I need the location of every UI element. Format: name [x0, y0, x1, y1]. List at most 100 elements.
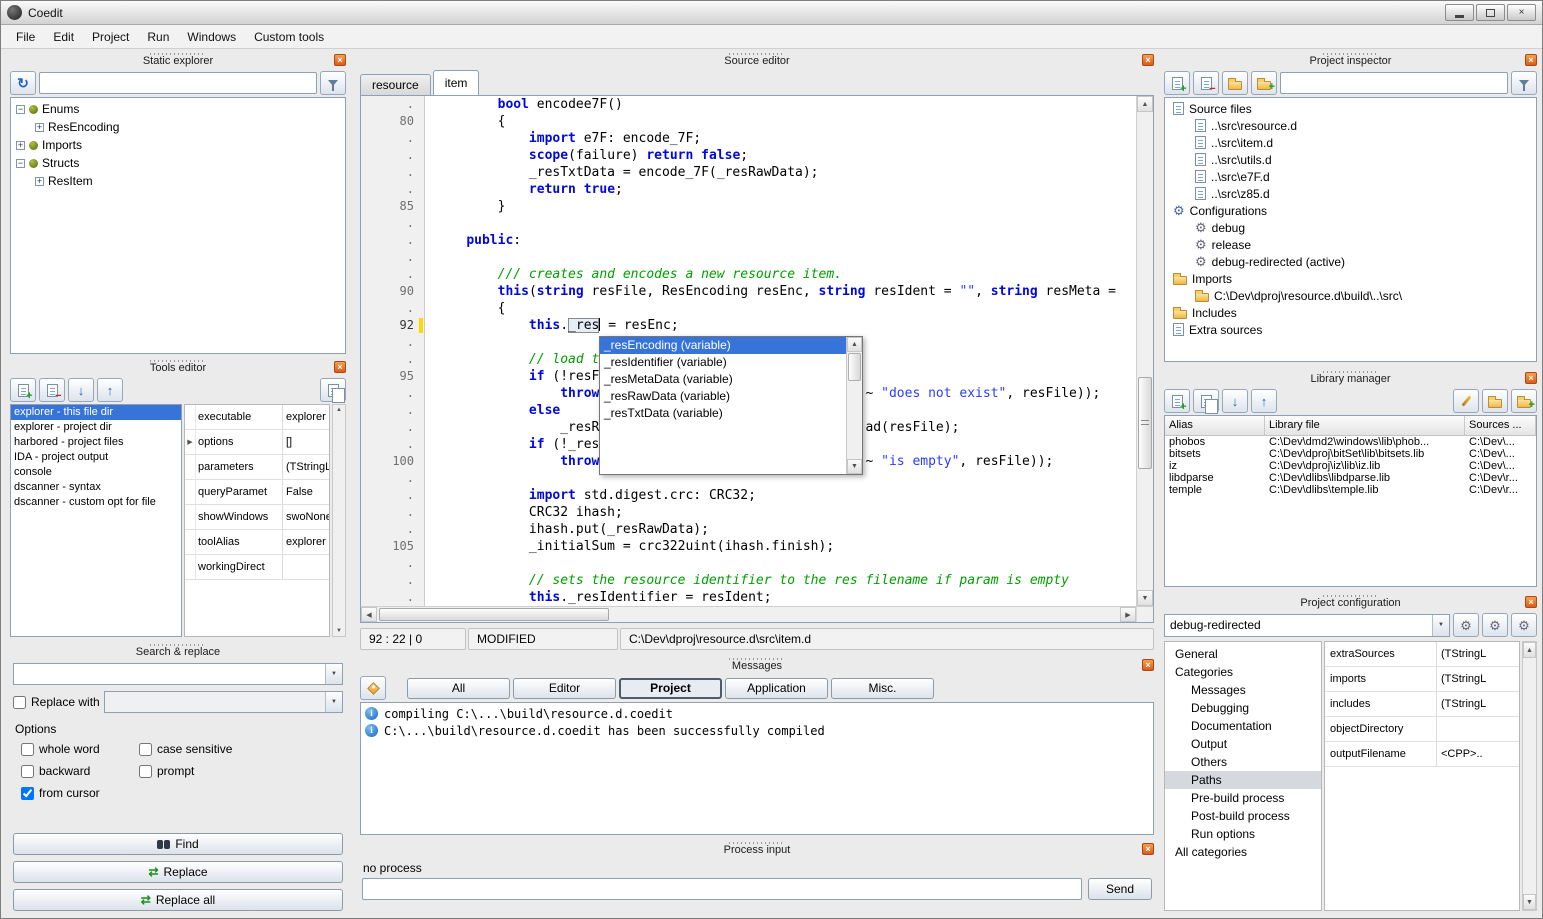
sync-configuration-button[interactable]: ⚙	[1453, 613, 1479, 637]
tool-list-item[interactable]: IDA - project output	[11, 450, 181, 465]
scrollbar-thumb[interactable]	[848, 353, 861, 381]
send-button[interactable]: Send	[1088, 878, 1152, 900]
tree-node[interactable]: ..\src\z85.d	[1165, 185, 1536, 202]
remove-tool-button[interactable]	[39, 378, 65, 402]
completion-item[interactable]: _resRawData (variable)	[600, 388, 846, 405]
column-header-alias[interactable]: Alias	[1165, 416, 1265, 435]
panel-close-icon[interactable]: ×	[1525, 596, 1537, 608]
checkbox-prompt[interactable]: prompt	[139, 764, 341, 778]
close-window-button[interactable]: ×	[1507, 4, 1536, 21]
replace-all-button[interactable]: ⇄ Replace all	[13, 889, 343, 911]
filter-button[interactable]	[1511, 71, 1537, 95]
search-term-combo[interactable]: ▼	[13, 663, 343, 685]
property-value[interactable]: []	[283, 430, 329, 454]
menu-item-project[interactable]: Project	[83, 26, 138, 48]
category-debugging[interactable]: Debugging	[1165, 699, 1321, 717]
message-row[interactable]: icompiling C:\...\build\resource.d.coedi…	[361, 705, 1153, 722]
tree-node[interactable]: ⚙debug	[1165, 219, 1536, 236]
add-folder-sources-button[interactable]	[1251, 71, 1277, 95]
duplicate-library-button[interactable]	[1193, 389, 1219, 413]
add-source-button[interactable]	[1164, 71, 1190, 95]
table-row[interactable]: templeC:\Dev\dlibs\temple.libC:\Dev\r...	[1165, 484, 1536, 496]
dropdown-button[interactable]: ▼	[325, 692, 342, 712]
replace-button[interactable]: ⇄ Replace	[13, 861, 343, 883]
panel-close-icon[interactable]: ×	[1142, 54, 1154, 66]
category-all-categories[interactable]: All categories	[1165, 843, 1321, 861]
category-messages[interactable]: Messages	[1165, 681, 1321, 699]
tool-list-item[interactable]: explorer - project dir	[11, 420, 181, 435]
minimize-button[interactable]	[1445, 4, 1474, 21]
move-down-button[interactable]: ↓	[1222, 389, 1248, 413]
tool-list-item[interactable]: explorer - this file dir	[11, 405, 181, 420]
table-row[interactable]: phobosC:\Dev\dmd2\windows\lib\phob...C:\…	[1165, 436, 1536, 448]
add-library-button[interactable]	[1164, 389, 1190, 413]
scrollbar-thumb[interactable]	[379, 608, 609, 621]
checkbox-input[interactable]	[139, 743, 152, 756]
move-up-button[interactable]: ↑	[97, 378, 123, 402]
category-output[interactable]: Output	[1165, 735, 1321, 753]
tree-node[interactable]: +Imports	[11, 136, 345, 154]
property-value[interactable]: explorer	[283, 405, 329, 429]
property-value[interactable]: False	[283, 480, 329, 504]
property-value[interactable]: (TStringL	[1437, 667, 1519, 691]
menu-item-run[interactable]: Run	[138, 26, 178, 48]
completion-item[interactable]: _resTxtData (variable)	[600, 405, 846, 422]
remove-source-button[interactable]	[1193, 71, 1219, 95]
column-header-sources[interactable]: Sources ...	[1465, 416, 1536, 435]
panel-close-icon[interactable]: ×	[1142, 659, 1154, 671]
scroll-down-button[interactable]: ▼	[1523, 894, 1536, 910]
tree-node[interactable]: +ResItem	[11, 172, 345, 190]
property-value[interactable]	[1437, 717, 1519, 741]
expander-icon[interactable]: +	[16, 141, 25, 150]
tree-node[interactable]: +ResEncoding	[11, 118, 345, 136]
checkbox-from-cursor[interactable]: from cursor	[21, 786, 139, 800]
messages-filter-project[interactable]: Project	[619, 678, 722, 699]
expander-icon[interactable]: +	[35, 177, 44, 186]
menu-item-edit[interactable]: Edit	[44, 26, 83, 48]
scroll-down-button[interactable]: ▼	[847, 459, 862, 474]
panel-close-icon[interactable]: ×	[1142, 843, 1154, 855]
inspector-filter-input[interactable]	[1280, 72, 1508, 94]
completion-item[interactable]: _resIdentifier (variable)	[600, 354, 846, 371]
filter-clear-button[interactable]	[320, 71, 346, 95]
vertical-scrollbar[interactable]: ▲ ▼	[1522, 641, 1537, 911]
tree-node[interactable]: ..\src\e7F.d	[1165, 168, 1536, 185]
scroll-up-button[interactable]: ▲	[847, 337, 862, 352]
category-others[interactable]: Others	[1165, 753, 1321, 771]
scroll-right-button[interactable]: ▶	[1120, 607, 1136, 622]
expander-icon[interactable]: −	[16, 159, 25, 168]
category-general[interactable]: General	[1165, 645, 1321, 663]
scroll-up-icon[interactable]: ▲	[336, 407, 342, 413]
tab-resource[interactable]: resource	[360, 74, 431, 95]
table-row[interactable]: libdparseC:\Dev\dlibs\libdparse.libC:\De…	[1165, 472, 1536, 484]
completion-item[interactable]: _resEncoding (variable)	[600, 337, 846, 354]
category-categories[interactable]: Categories	[1165, 663, 1321, 681]
category-pre-build-process[interactable]: Pre-build process	[1165, 789, 1321, 807]
checkbox-whole-word[interactable]: whole word	[21, 742, 139, 756]
clone-configuration-button[interactable]: ⚙	[1511, 613, 1537, 637]
scrollbar-track[interactable]	[847, 382, 862, 459]
scrollbar-thumb[interactable]	[1138, 377, 1152, 469]
replace-term-input[interactable]	[105, 693, 325, 711]
scroll-up-button[interactable]: ▲	[1137, 96, 1153, 112]
refresh-button[interactable]: ↻	[10, 71, 36, 95]
add-configuration-button[interactable]: ⚙	[1482, 613, 1508, 637]
tool-list-item[interactable]: dscanner - syntax	[11, 480, 181, 495]
messages-filter-all[interactable]: All	[407, 678, 510, 699]
edit-library-button[interactable]	[1453, 389, 1479, 413]
horizontal-scrollbar[interactable]: ◀ ▶	[360, 606, 1154, 623]
add-library-from-folder-button[interactable]	[1511, 389, 1537, 413]
tree-node[interactable]: ⚙debug-redirected (active)	[1165, 253, 1536, 270]
tab-item[interactable]: item	[433, 70, 480, 95]
checkbox-input[interactable]	[21, 765, 34, 778]
property-value[interactable]	[283, 555, 329, 579]
category-paths[interactable]: Paths	[1165, 771, 1321, 789]
messages-filter-misc[interactable]: Misc.	[831, 678, 934, 699]
table-row[interactable]: bitsetsC:\Dev\dproj\bitSet\lib\bitsets.l…	[1165, 448, 1536, 460]
menu-item-windows[interactable]: Windows	[178, 26, 245, 48]
tree-node[interactable]: ..\src\utils.d	[1165, 151, 1536, 168]
maximize-button[interactable]	[1476, 4, 1505, 21]
tree-node[interactable]: Source files	[1165, 100, 1536, 117]
table-row[interactable]: izC:\Dev\dproj\iz\lib\iz.libC:\Dev\...	[1165, 460, 1536, 472]
column-header-library-file[interactable]: Library file	[1265, 416, 1465, 435]
